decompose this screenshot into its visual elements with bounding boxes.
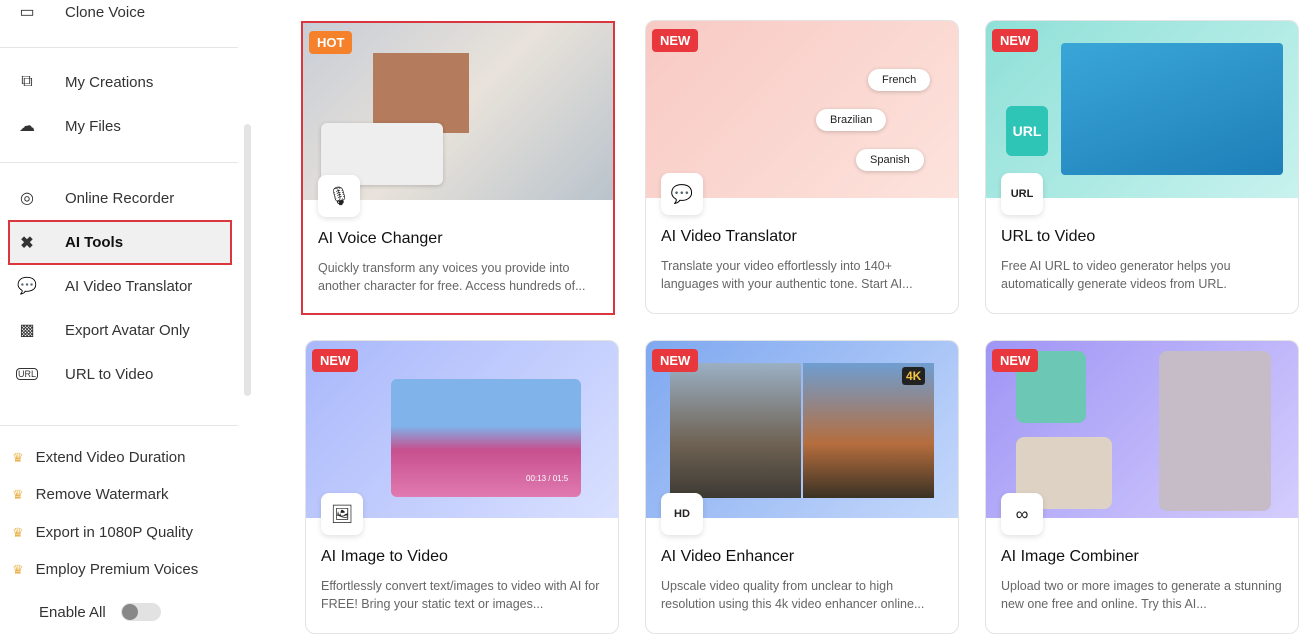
sidebar-item-clone-voice[interactable]: ▭ Clone Voice <box>8 0 232 34</box>
premium-feature: ♛ Export in 1080P Quality <box>12 524 193 541</box>
tool-card-ai-image-combiner[interactable]: NEW ∞ AI Image Combiner Upload two or mo… <box>985 340 1299 634</box>
avatar-image <box>373 53 469 133</box>
card-thumbnail: French Brazilian Spanish NEW <box>646 21 958 198</box>
divider <box>0 425 238 426</box>
card-badge: NEW <box>312 349 359 372</box>
sidebar-item-ai-video-translator[interactable]: 💬 AI Video Translator <box>8 264 232 308</box>
sidebar-item-label: Online Recorder <box>65 189 175 207</box>
video-time: 00:13 / 01:5 <box>526 474 569 483</box>
card-badge: NEW <box>992 29 1039 52</box>
translate-icon: 💬 <box>661 173 703 215</box>
cloud-upload-icon: ☁ <box>19 118 35 135</box>
sidebar-item-label: AI Video Translator <box>65 277 193 295</box>
card-thumbnail: NEW <box>986 341 1298 518</box>
premium-label: Extend Video Duration <box>35 449 186 466</box>
url-icon: URL <box>16 368 38 380</box>
sidebar: ▭ Clone Voice ⧉ My Creations ☁ My Files ◎ On… <box>0 0 252 631</box>
tool-card-ai-voice-changer[interactable]: HOT 🎙 AI Voice Changer Quickly transform… <box>301 21 615 315</box>
premium-label: Remove Watermark <box>35 486 169 503</box>
card-title: URL to Video <box>1001 228 1096 245</box>
premium-label: Employ Premium Voices <box>35 561 199 578</box>
tool-card-ai-video-enhancer[interactable]: 4K NEW HD AI Video Enhancer Upscale video… <box>645 340 959 634</box>
sidebar-item-ai-tools[interactable]: ✖ AI Tools <box>8 220 232 265</box>
enable-all-label: Enable All <box>39 604 106 621</box>
sidebar-item-export-avatar-only[interactable]: ▩ Export Avatar Only <box>8 308 232 352</box>
card-thumbnail: 00:13 / 01:5 NEW <box>306 341 618 518</box>
card-description: Upscale video quality from unclear to hi… <box>661 579 925 611</box>
resolution-badge: 4K <box>902 367 926 385</box>
card-badge: NEW <box>992 349 1039 372</box>
sidebar-item-online-recorder[interactable]: ◎ Online Recorder <box>8 176 232 220</box>
card-badge: NEW <box>652 29 699 52</box>
sidebar-item-label: My Files <box>65 117 121 135</box>
scrollbar[interactable] <box>244 124 251 396</box>
tools-icon: ✖ <box>20 234 34 252</box>
card-badge: NEW <box>652 349 699 372</box>
language-chip: Spanish <box>856 149 924 171</box>
card-description: Translate your video effortlessly into 1… <box>661 259 913 291</box>
card-title: AI Video Enhancer <box>661 548 795 565</box>
card-description: Quickly transform any voices you provide… <box>318 261 586 293</box>
before-image <box>670 363 801 498</box>
voice-changer-icon: 🎙 <box>318 175 360 217</box>
card-thumbnail: HOT <box>303 23 613 200</box>
sidebar-item-my-files[interactable]: ☁ My Files <box>8 104 232 148</box>
card-thumbnail: URL NEW <box>986 21 1298 198</box>
card-title: AI Voice Changer <box>318 230 443 247</box>
sidebar-item-my-creations[interactable]: ⧉ My Creations <box>8 60 232 104</box>
card-description: Effortlessly convert text/images to vide… <box>321 579 600 611</box>
combined-image <box>1159 351 1271 511</box>
premium-label: Export in 1080P Quality <box>35 524 193 541</box>
card-title: AI Image to Video <box>321 548 448 565</box>
url-badge: URL <box>1006 106 1048 156</box>
tool-card-ai-image-to-video[interactable]: 00:13 / 01:5 NEW 🖼 AI Image to Video Effo… <box>305 340 619 634</box>
premium-feature: ♛ Employ Premium Voices <box>12 561 198 578</box>
card-description: Upload two or more images to generate a … <box>1001 579 1282 611</box>
divider <box>0 47 238 48</box>
card-thumbnail: 4K NEW <box>646 341 958 518</box>
sidebar-item-label: Clone Voice <box>65 3 146 21</box>
card-badge: HOT <box>309 31 353 54</box>
premium-feature: ♛ Remove Watermark <box>12 486 168 503</box>
card-title: AI Video Translator <box>661 228 797 245</box>
enable-all-toggle[interactable] <box>121 603 161 621</box>
crown-icon: ♛ <box>12 449 24 465</box>
voice-icon: ▭ <box>19 4 35 21</box>
sidebar-item-label: AI Tools <box>65 234 124 251</box>
card-title: AI Image Combiner <box>1001 548 1139 565</box>
image-video-icon: 🖼 <box>321 493 363 535</box>
infinity-icon: ∞ <box>1001 493 1043 535</box>
crown-icon: ♛ <box>12 561 24 577</box>
sidebar-item-label: Export Avatar Only <box>65 321 190 339</box>
translate-icon: 💬 <box>17 278 37 295</box>
play-square-icon: ⧉ <box>21 73 33 90</box>
video-preview <box>1061 43 1283 175</box>
sidebar-item-label: URL to Video <box>65 365 154 383</box>
language-chip: French <box>868 69 931 91</box>
crown-icon: ♛ <box>12 524 24 540</box>
divider <box>0 162 238 163</box>
webcam-icon: ◎ <box>20 190 34 207</box>
avatar-icon: ▩ <box>19 322 35 339</box>
sidebar-item-label: My Creations <box>65 73 154 91</box>
hd-icon: HD <box>661 493 703 535</box>
crown-icon: ♛ <box>12 486 24 502</box>
tool-card-url-to-video[interactable]: URL NEW URL URL to Video Free AI URL to v… <box>985 20 1299 314</box>
language-chip: Brazilian <box>816 109 887 131</box>
premium-feature: ♛ Extend Video Duration <box>12 449 185 466</box>
sidebar-item-url-to-video[interactable]: URL URL to Video <box>8 352 232 396</box>
tool-card-ai-video-translator[interactable]: French Brazilian Spanish NEW 💬 AI Video Tra… <box>645 20 959 314</box>
url-icon: URL <box>1001 173 1043 215</box>
card-description: Free AI URL to video generator helps you… <box>1001 259 1231 291</box>
